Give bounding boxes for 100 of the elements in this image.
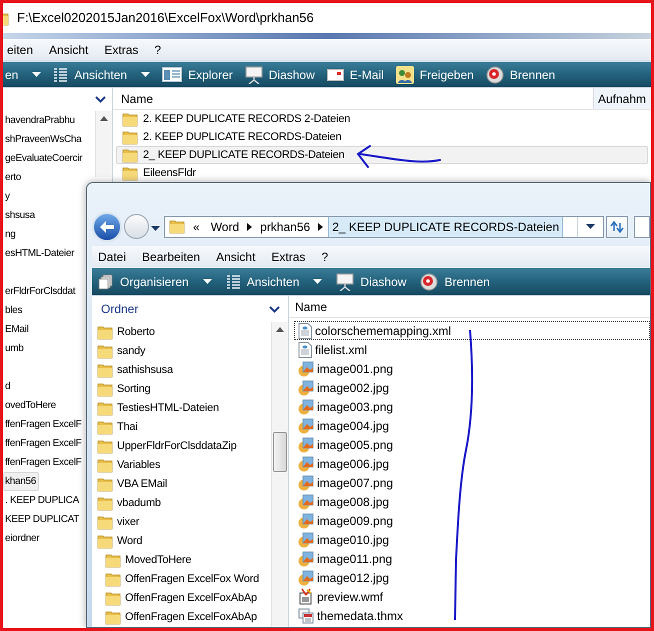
file-row[interactable]: image011.png	[294, 549, 650, 568]
toolbar-button[interactable]: Ansichten	[226, 272, 322, 290]
tree-item[interactable]: erFldrForClsddat	[3, 282, 78, 301]
file-row[interactable]: image006.jpg	[294, 454, 650, 473]
file-row[interactable]: image004.jpg	[294, 416, 650, 435]
file-row[interactable]: image008.jpg	[294, 492, 650, 511]
menu-item[interactable]: eiten	[7, 40, 34, 58]
tree-item[interactable]: vixer	[92, 513, 271, 532]
file-row[interactable]: image007.png	[294, 473, 650, 492]
breadcrumb[interactable]: 2_ KEEP DUPLICATE RECORDS-Dateien	[328, 216, 564, 236]
scrollbar-thumb[interactable]	[273, 432, 287, 472]
tree-item[interactable]: sandy	[92, 342, 271, 361]
up-arrow-icon[interactable]	[276, 327, 284, 332]
breadcrumb[interactable]: Word	[208, 216, 242, 236]
tree-item[interactable]: shsusa	[3, 206, 38, 225]
tree-item[interactable]: Word	[92, 532, 271, 551]
column-heading[interactable]: Name	[289, 296, 650, 317]
separator-arrow-icon[interactable]	[247, 222, 252, 230]
file-row[interactable]: image005.png	[294, 435, 650, 454]
file-row[interactable]: image002.jpg	[294, 378, 650, 397]
tree-item[interactable]: sathishsusa	[92, 361, 271, 380]
tree-item[interactable]: bles	[3, 301, 26, 320]
back-button[interactable]	[92, 212, 122, 242]
menu-item[interactable]: ?	[154, 40, 162, 58]
toolbar-button[interactable]: Diashow	[336, 272, 406, 290]
menu-item[interactable]: Extras	[271, 248, 306, 266]
up-arrow-icon[interactable]	[100, 116, 108, 121]
tree-item[interactable]: EMail	[3, 320, 32, 339]
tree-item[interactable]: havendraPrabhu	[3, 111, 78, 130]
file-row[interactable]: image012.jpg	[294, 568, 650, 587]
tree-item[interactable]: VBA EMail	[92, 475, 271, 494]
separator-arrow-icon[interactable]	[318, 222, 324, 230]
tree-item[interactable]: khan56	[3, 472, 40, 491]
tree-item[interactable]: . KEEP DUPLICA	[3, 491, 82, 510]
address-bar[interactable]: « Word prkhan56 2_ KEEP DUPLICATE RECORDS-Dateien	[164, 216, 604, 238]
column-heading[interactable]: Name	[113, 88, 593, 109]
file-row[interactable]: 2_ KEEP DUPLICATE RECORDS-Dateien	[116, 146, 648, 164]
toolbar-button[interactable]: E-Mail	[326, 66, 384, 84]
chevron-icon[interactable]	[269, 306, 280, 312]
tree-item[interactable]: ffenFragen ExcelF	[3, 453, 84, 472]
search-field[interactable]	[634, 216, 650, 238]
tree-item[interactable]: Sorting	[92, 380, 271, 399]
tree-item[interactable]: OffenFragen ExcelFoxAbAp	[92, 608, 271, 627]
scrollbar[interactable]	[271, 322, 288, 627]
tree-item[interactable]: ng	[3, 225, 19, 244]
toolbar-button[interactable]: Ansichten	[53, 66, 150, 84]
toolbar-button[interactable]: Freigeben	[396, 66, 474, 84]
file-row[interactable]: image009.png	[294, 511, 650, 530]
toolbar-button[interactable]: Explorer	[162, 66, 233, 84]
menu-item[interactable]: Bearbeiten	[142, 248, 200, 266]
menu-item[interactable]: Extras	[104, 40, 138, 58]
file-row[interactable]: 2. KEEP DUPLICATE RECORDS 2-Dateien	[116, 110, 356, 128]
folder-icon	[97, 363, 113, 378]
tree-item[interactable]: shPraveenWsCha	[3, 130, 84, 149]
toolbar-button[interactable]: Organisieren	[98, 272, 212, 290]
tree-item[interactable]: y	[3, 187, 13, 206]
scrollbar[interactable]	[95, 111, 112, 177]
tree-item[interactable]: esHTML-Dateier	[3, 244, 78, 263]
tree-item[interactable]: OffenFragen ExcelFoxAbAp	[92, 589, 271, 608]
file-row[interactable]: preview.wmf	[294, 587, 650, 606]
tree-item[interactable]: UpperFldrForClsddataZip	[92, 437, 271, 456]
menu-item[interactable]: ?	[321, 248, 328, 266]
tree-item[interactable]: erto	[3, 168, 24, 187]
file-row[interactable]: image010.jpg	[294, 530, 650, 549]
tree-item[interactable]: OffenFragen ExcelFox Word	[92, 570, 271, 589]
file-row[interactable]: filelist.xml	[294, 340, 650, 359]
tree-item[interactable]: Thai	[92, 418, 271, 437]
file-row[interactable]: image001.png	[294, 359, 650, 378]
breadcrumb[interactable]: prkhan56	[257, 216, 314, 236]
tree-item[interactable]: TestiesHTML-Dateien	[92, 399, 271, 418]
folder-icon	[97, 515, 113, 530]
toolbar-button[interactable]: Diashow	[244, 66, 315, 84]
column-heading[interactable]: Aufnahm	[593, 88, 651, 109]
toolbar-button[interactable]: Brennen	[420, 272, 490, 290]
chevron-icon[interactable]	[95, 96, 106, 103]
tree-item[interactable]: MovedToHere	[92, 551, 271, 570]
file-row[interactable]: EileensFldr	[116, 164, 201, 182]
tree-item[interactable]: Variables	[92, 456, 271, 475]
file-row[interactable]: 2. KEEP DUPLICATE RECORDS-Dateien	[116, 128, 346, 146]
left-arrow-icon	[100, 220, 114, 232]
menu-item[interactable]: Datei	[98, 248, 126, 266]
tree-item[interactable]: umb	[3, 339, 27, 358]
tree-item[interactable]: ffenFragen ExcelF	[3, 434, 84, 453]
menu-item[interactable]: Ansicht	[216, 248, 256, 266]
tree-item[interactable]: vbadumb	[92, 494, 271, 513]
tree-item[interactable]: Roberto	[92, 323, 271, 342]
tree-item[interactable]: ovedToHere	[3, 396, 59, 415]
file-row[interactable]: image003.png	[294, 397, 650, 416]
tree-item[interactable]: ffenFragen ExcelF	[3, 415, 84, 434]
tree-item[interactable]: KEEP DUPLICAT	[3, 510, 82, 529]
menu-item[interactable]: Ansicht	[49, 40, 88, 58]
refresh-button[interactable]	[606, 216, 628, 238]
overflow-mark[interactable]: «	[190, 218, 203, 236]
file-row[interactable]: colorschememapping.xml	[294, 321, 650, 340]
file-row[interactable]: themedata.thmx	[294, 606, 650, 625]
tree-item[interactable]: geEvaluateCoercir	[3, 149, 86, 168]
tree-item[interactable]: eiordner	[3, 529, 42, 548]
toolbar-button[interactable]: Brennen	[486, 66, 556, 84]
tree-item[interactable]: d	[3, 377, 14, 396]
toolbar-button[interactable]: en	[5, 66, 42, 84]
